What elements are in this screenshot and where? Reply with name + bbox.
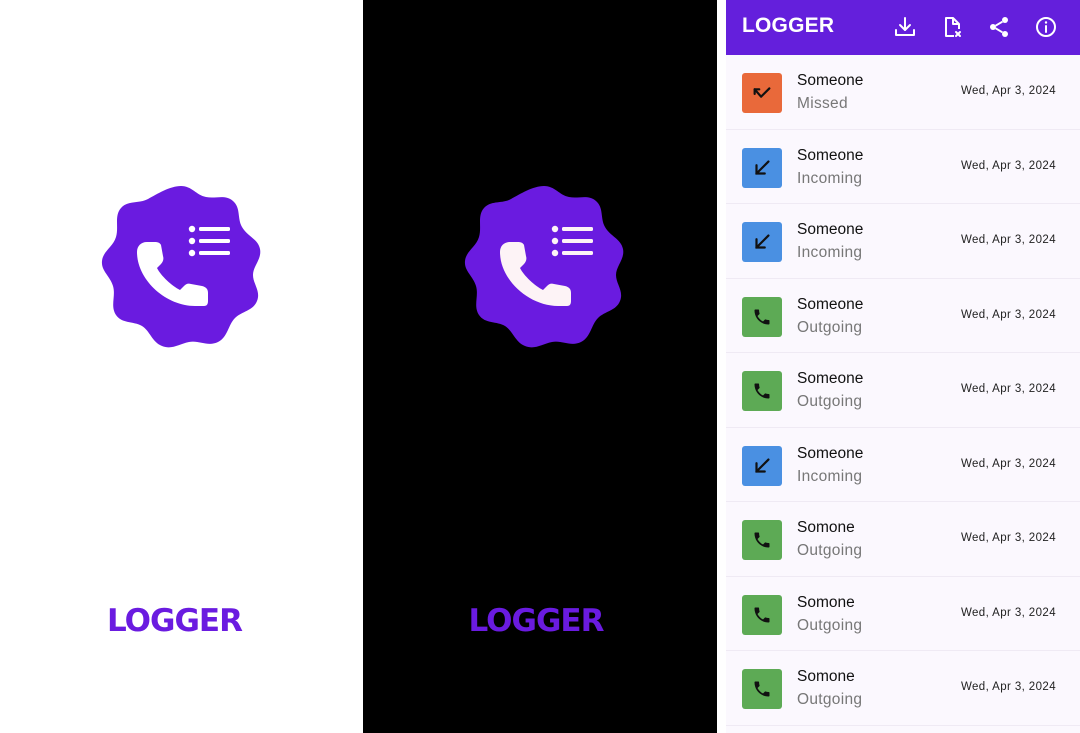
call-type: Missed [797, 95, 848, 112]
phone-list-badge-icon [463, 185, 625, 349]
phone-list-badge-icon [100, 185, 262, 349]
call-log-row[interactable]: Someone Outgoing Wed, Apr 3, 2024 [726, 279, 1080, 353]
caller-name: Someone [797, 370, 864, 387]
call-log-row[interactable]: Someone Incoming Wed, Apr 3, 2024 [726, 428, 1080, 502]
phone-icon [742, 296, 782, 337]
call-date: Wed, Apr 3, 2024 [960, 606, 1056, 619]
call-log-row[interactable]: Someone Missed Wed, Apr 3, 2024 [726, 55, 1080, 130]
caller-name: Somone [797, 519, 855, 536]
caller-name: Someone [797, 444, 864, 462]
call-log-row[interactable]: Someone Incoming Wed, Apr 3, 2024 [726, 204, 1080, 279]
caller-name: Someone [797, 295, 864, 313]
incoming-call-icon [742, 445, 782, 486]
call-type: Incoming [797, 467, 863, 485]
download-button[interactable] [892, 14, 918, 40]
call-date: Wed, Apr 3, 2024 [960, 383, 1056, 395]
export-file-button[interactable] [939, 14, 965, 40]
phone-icon [742, 594, 782, 635]
share-button[interactable] [986, 14, 1012, 40]
call-log-row[interactable]: Somone Outgoing Wed, Apr 3, 2024 [726, 502, 1080, 577]
call-date: Wed, Apr 3, 2024 [960, 681, 1056, 693]
phone-icon [742, 371, 782, 411]
call-type: Outgoing [797, 318, 863, 336]
app-title: LOGGER [742, 14, 835, 37]
splash-screen-light: LOGGER [0, 0, 363, 733]
call-date: Wed, Apr 3, 2024 [960, 85, 1056, 97]
caller-name: Someone [797, 72, 864, 89]
info-icon [1036, 17, 1056, 37]
call-log-row[interactable]: Somone Outgoing Wed, Apr 3, 2024 [726, 651, 1080, 726]
call-log-row[interactable]: Someone Outgoing Wed, Apr 3, 2024 [726, 353, 1080, 428]
call-date: Wed, Apr 3, 2024 [960, 234, 1056, 246]
caller-name: Someone [797, 221, 864, 238]
wordmark: LOGGER [468, 603, 605, 639]
splash-screen-dark: LOGGER [363, 0, 717, 733]
call-type: Outgoing [797, 691, 863, 708]
call-type: Incoming [797, 169, 863, 187]
caller-name: Somone [797, 668, 855, 685]
phone-icon [742, 669, 782, 709]
call-log-row[interactable]: Somone Outgoing Wed, Apr 3, 2024 [726, 577, 1080, 651]
call-type: Outgoing [797, 393, 863, 410]
call-log-screen: LOGGER Someone Missed Wed, Apr 3, 2024 S… [717, 0, 1080, 733]
call-log-row[interactable]: Someone Incoming Wed, Apr 3, 2024 [726, 130, 1080, 204]
phone-icon [742, 520, 782, 560]
download-icon [895, 17, 915, 36]
call-date: Wed, Apr 3, 2024 [960, 532, 1056, 544]
app-bar: LOGGER [726, 0, 1080, 55]
missed-call-icon [742, 73, 782, 113]
wordmark: LOGGER [107, 603, 243, 639]
export-file-icon [945, 17, 961, 37]
call-log-list[interactable]: Someone Missed Wed, Apr 3, 2024 Someone … [726, 55, 1080, 733]
share-icon [990, 17, 1008, 37]
call-date: Wed, Apr 3, 2024 [960, 159, 1056, 172]
incoming-call-icon [742, 147, 782, 188]
caller-name: Somone [797, 593, 855, 611]
call-date: Wed, Apr 3, 2024 [960, 308, 1056, 321]
incoming-call-icon [742, 222, 782, 262]
caller-name: Someone [797, 146, 864, 164]
call-type: Incoming [797, 244, 863, 261]
call-type: Outgoing [797, 542, 863, 559]
info-button[interactable] [1033, 14, 1059, 40]
call-date: Wed, Apr 3, 2024 [960, 457, 1056, 470]
call-type: Outgoing [797, 616, 863, 634]
